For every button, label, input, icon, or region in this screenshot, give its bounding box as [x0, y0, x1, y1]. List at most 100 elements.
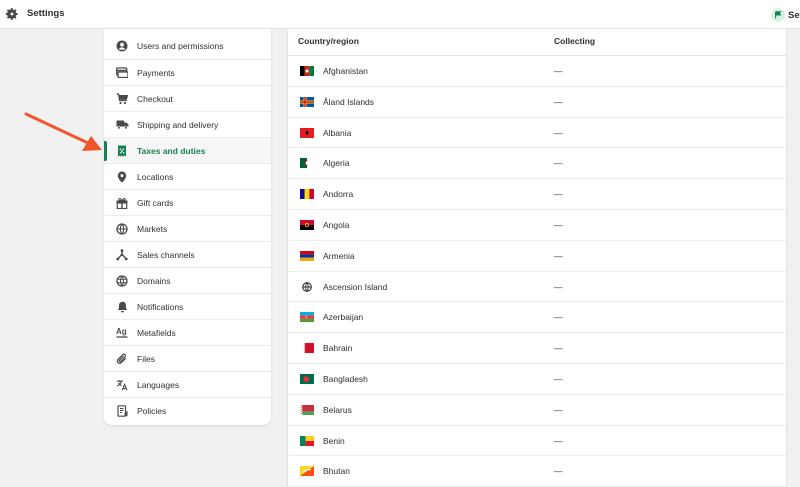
- globe-icon: [302, 281, 312, 292]
- sidebar-item-label: Languages: [137, 379, 180, 390]
- tax-icon: [115, 144, 129, 158]
- country-column-header: Country/region: [298, 36, 359, 46]
- domains-globe-icon: [115, 274, 129, 288]
- sidebar-item-label: Taxes and duties: [137, 145, 206, 156]
- collecting-value: —: [554, 404, 563, 415]
- sidebar-item-domains[interactable]: Domains: [104, 267, 271, 293]
- angola-flag-icon: [300, 220, 314, 230]
- sidebar-item-label: Markets: [137, 223, 168, 234]
- table-row[interactable]: Ascension Island —: [288, 272, 786, 303]
- sidebar-item-label: Sales channels: [137, 249, 195, 260]
- collecting-value: —: [554, 374, 563, 384]
- sidebar-item-label: Notifications: [137, 301, 184, 312]
- table-row[interactable]: Armenia —: [288, 241, 786, 272]
- bell-icon: [115, 300, 129, 314]
- sidebar-item-label: Domains: [137, 275, 171, 286]
- country-name: Albania: [323, 127, 352, 138]
- armenia-flag-icon: [300, 250, 314, 261]
- bangladesh-flag-icon: [300, 374, 314, 384]
- location-pin-icon: [115, 170, 129, 184]
- sidebar-item-languages[interactable]: Languages: [104, 371, 271, 397]
- table-row[interactable]: Afghanistan —: [288, 56, 786, 87]
- country-name: Ascension Island: [323, 281, 388, 292]
- country-name: Andorra: [323, 189, 354, 200]
- table-row[interactable]: Belarus —: [288, 395, 786, 426]
- country-name: Belarus: [323, 404, 352, 415]
- azerbaijan-flag-icon: [300, 312, 314, 323]
- table-row[interactable]: Bhutan —: [288, 456, 786, 487]
- sidebar-item-taxes-and-duties[interactable]: Taxes and duties: [104, 137, 271, 163]
- sidebar-item-locations[interactable]: Locations: [104, 163, 271, 189]
- sidebar-item-metafields[interactable]: Ag Metafields: [104, 319, 271, 345]
- sidebar-item-label: Metafields: [137, 327, 176, 338]
- sidebar-item-sales-channels[interactable]: Sales channels: [104, 241, 271, 267]
- settings-sidebar: Users and permissions Payments Checkout …: [104, 29, 271, 425]
- sidebar-item-label: Users and permissions: [137, 41, 224, 51]
- paperclip-icon: [115, 352, 129, 366]
- country-name: Benin: [323, 435, 345, 446]
- table-row[interactable]: Andorra —: [288, 179, 786, 210]
- collecting-value: —: [554, 96, 563, 107]
- sidebar-item-label: Files: [137, 353, 155, 364]
- country-name: Azerbaijan: [323, 312, 364, 323]
- setup-guide-label: Set: [788, 9, 800, 21]
- albania-flag-icon: [300, 127, 314, 138]
- sidebar-item-gift-cards[interactable]: Gift cards: [104, 189, 271, 215]
- country-name: Algeria: [323, 158, 350, 169]
- table-row[interactable]: Bahrain —: [288, 333, 786, 364]
- sidebar-item-markets[interactable]: Markets: [104, 215, 271, 241]
- payments-icon: [115, 66, 129, 80]
- sidebar-item-checkout[interactable]: Checkout: [104, 85, 271, 111]
- sidebar-item-policies[interactable]: Policies: [104, 397, 271, 423]
- table-row[interactable]: Albania —: [288, 118, 786, 149]
- country-name: Åland Islands: [323, 96, 375, 107]
- country-name: Bahrain: [323, 343, 353, 354]
- user-icon: [115, 39, 129, 53]
- table-row[interactable]: Algeria —: [288, 148, 786, 180]
- table-row[interactable]: Azerbaijan —: [288, 302, 786, 334]
- country-table: Country/region Collecting Afghanistan — …: [287, 29, 787, 487]
- sidebar-item-files[interactable]: Files: [104, 345, 271, 371]
- andorra-flag-icon: [300, 189, 314, 200]
- flag-icon: [771, 8, 785, 22]
- table-row[interactable]: Åland Islands —: [288, 87, 786, 118]
- table-row[interactable]: Angola —: [288, 210, 786, 241]
- collecting-value: —: [554, 466, 563, 477]
- collecting-value: —: [554, 435, 563, 446]
- gear-icon: [5, 8, 18, 20]
- sidebar-item-label: Checkout: [137, 93, 173, 104]
- sidebar-item-users-and-permissions[interactable]: Users and permissions: [104, 33, 271, 59]
- country-name: Armenia: [323, 250, 355, 261]
- collecting-value: —: [554, 66, 563, 76]
- collecting-value: —: [554, 127, 563, 138]
- truck-icon: [115, 118, 129, 132]
- country-name: Bhutan: [323, 466, 350, 477]
- sidebar-item-label: Gift cards: [137, 197, 174, 208]
- annotation-arrow-icon: [24, 112, 102, 151]
- policy-document-icon: [115, 404, 129, 418]
- sidebar-item-label: Locations: [137, 171, 174, 182]
- collecting-value: —: [554, 281, 563, 292]
- sidebar-item-notifications[interactable]: Notifications: [104, 293, 271, 319]
- sales-channels-icon: [115, 248, 129, 262]
- cart-icon: [115, 92, 129, 106]
- country-name: Bangladesh: [323, 374, 368, 384]
- sidebar-item-payments[interactable]: Payments: [104, 59, 271, 85]
- country-name: Afghanistan: [323, 66, 368, 76]
- table-header: Country/region Collecting: [288, 29, 786, 56]
- collecting-value: —: [554, 312, 563, 323]
- table-row[interactable]: Benin —: [288, 426, 786, 457]
- metafields-icon: Ag: [115, 326, 129, 340]
- bhutan-flag-icon: [300, 466, 314, 477]
- collecting-column-header: Collecting: [554, 36, 596, 46]
- benin-flag-icon: [300, 435, 314, 446]
- collecting-value: —: [554, 189, 563, 200]
- collecting-value: —: [554, 343, 563, 354]
- belarus-flag-icon: [300, 404, 314, 415]
- table-row[interactable]: Bangladesh —: [288, 364, 786, 395]
- sidebar-item-shipping-and-delivery[interactable]: Shipping and delivery: [104, 111, 271, 137]
- gift-icon: [115, 196, 129, 210]
- setup-guide-button[interactable]: Set: [771, 7, 800, 23]
- top-bar: Settings Set: [0, 0, 800, 29]
- translate-icon: [115, 378, 129, 392]
